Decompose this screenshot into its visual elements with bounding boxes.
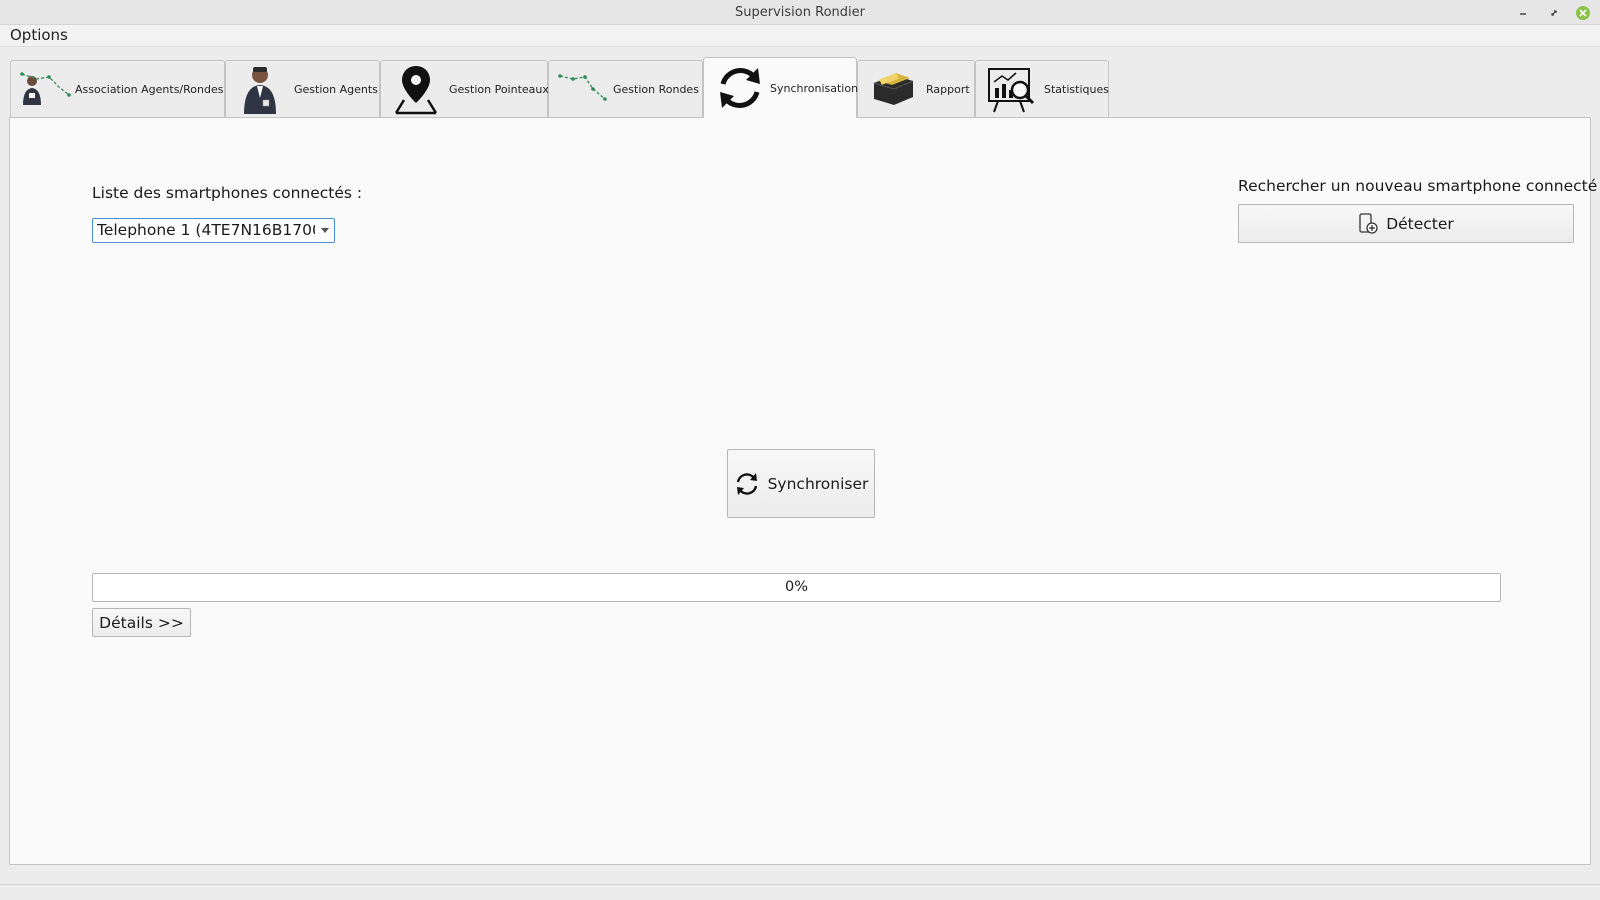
synchronisation-panel: Liste des smartphones connectés : Teleph… — [9, 117, 1600, 865]
tab-label: Statistiques — [1044, 82, 1109, 96]
maximize-icon[interactable] — [1545, 4, 1563, 22]
selected-smartphone: Telephone 1 (4TE7N16B17000 — [97, 221, 315, 239]
tab-label: Rapport — [926, 82, 970, 96]
tab-label: Gestion Pointeaux — [449, 82, 549, 96]
menu-bar: Options — [0, 25, 1600, 47]
status-bar — [0, 884, 1600, 900]
window-titlebar: Supervision Rondier — [0, 0, 1600, 25]
add-device-icon — [1358, 212, 1378, 235]
tab-rapport[interactable]: Rapport — [857, 60, 975, 117]
map-pin-icon — [393, 63, 439, 115]
tab-label: Gestion Agents — [294, 82, 378, 96]
tab-label: Gestion Rondes — [613, 82, 699, 96]
close-icon[interactable] — [1574, 4, 1592, 22]
tab-association-agents-rondes[interactable]: Association Agents/Rondes — [10, 60, 225, 117]
synchronize-button-label: Synchroniser — [767, 474, 869, 493]
stats-presentation-icon — [986, 64, 1036, 114]
sync-progress-bar: 0% — [92, 573, 1501, 602]
progress-text: 0% — [784, 579, 808, 595]
agent-icon — [240, 64, 280, 114]
menu-options[interactable]: Options — [10, 26, 68, 44]
tab-label: Synchronisation — [770, 81, 859, 95]
search-smartphone-label: Rechercher un nouveau smartphone connect… — [1238, 177, 1600, 195]
agent-route-icon — [19, 71, 71, 107]
phones-list-label: Liste des smartphones connectés : — [92, 184, 363, 202]
details-button-label: Détails >> — [99, 613, 184, 632]
details-button[interactable]: Détails >> — [92, 608, 191, 637]
chevron-down-icon — [321, 228, 329, 233]
synchronize-button[interactable]: Synchroniser — [727, 449, 875, 518]
sync-icon — [734, 471, 760, 497]
tab-synchronisation[interactable]: Synchronisation — [703, 57, 859, 118]
route-icon — [557, 71, 609, 107]
tab-gestion-pointeaux[interactable]: Gestion Pointeaux — [380, 60, 549, 117]
detect-button-label: Détecter — [1386, 214, 1454, 233]
window-title: Supervision Rondier — [735, 5, 865, 20]
tab-gestion-rondes[interactable]: Gestion Rondes — [548, 60, 703, 117]
smartphone-select[interactable]: Telephone 1 (4TE7N16B17000 — [92, 218, 335, 243]
detect-button[interactable]: Détecter — [1238, 204, 1574, 243]
tab-gestion-agents[interactable]: Gestion Agents — [225, 60, 380, 117]
minimize-icon[interactable] — [1514, 4, 1532, 22]
tab-statistiques[interactable]: Statistiques — [975, 60, 1109, 117]
archive-box-icon — [870, 69, 916, 109]
tab-label: Association Agents/Rondes — [75, 82, 224, 96]
sync-icon — [714, 62, 766, 114]
